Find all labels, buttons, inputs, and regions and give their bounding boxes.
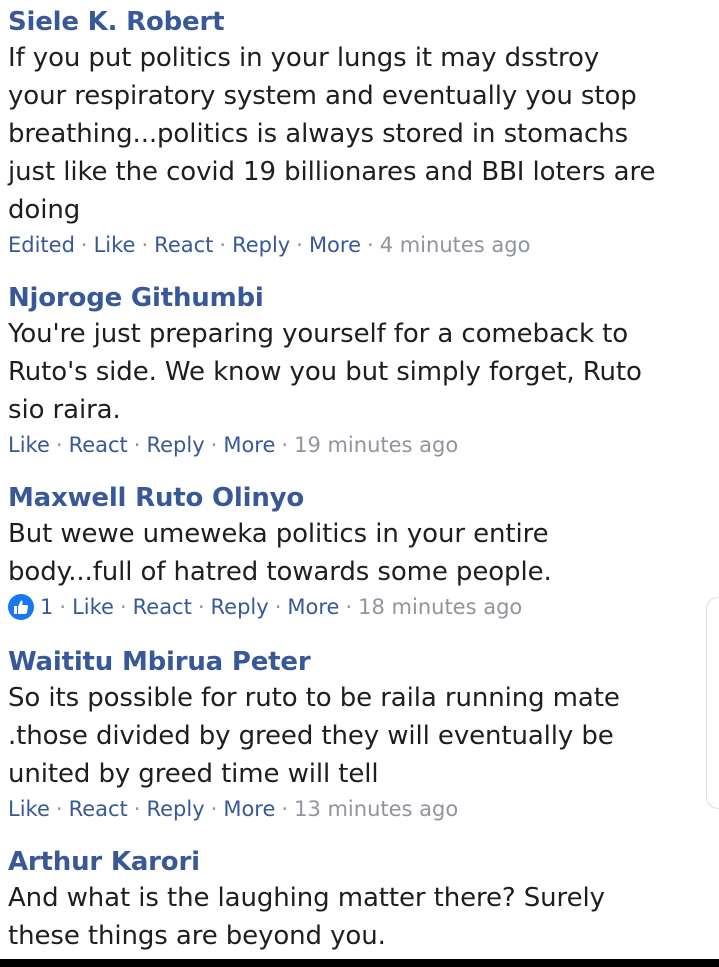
comment-text: If you put politics in your lungs it may…: [8, 43, 656, 225]
separator: ·: [59, 595, 67, 619]
comment-author[interactable]: Arthur Karori: [8, 845, 714, 879]
comment-text: And what is the laughing matter there? S…: [8, 883, 605, 951]
separator: ·: [210, 433, 218, 457]
separator: ·: [141, 233, 149, 257]
like-button[interactable]: Like: [94, 229, 136, 261]
separator: ·: [281, 433, 289, 457]
separator: ·: [219, 233, 227, 257]
separator: ·: [345, 595, 353, 619]
more-button[interactable]: More: [287, 591, 339, 623]
separator: ·: [197, 595, 205, 619]
comment-text: But wewe umeweka politics in your entire…: [8, 519, 552, 587]
comment-author[interactable]: Waititu Mbirua Peter: [8, 645, 714, 679]
like-button[interactable]: Like: [8, 429, 50, 461]
comment: Arthur Karori And what is the laughing m…: [8, 845, 714, 955]
comment-author[interactable]: Njoroge Githumbi: [8, 281, 714, 315]
partial-floating-panel: [706, 597, 719, 809]
comment-timestamp[interactable]: 18 minutes ago: [358, 591, 522, 623]
comment-timestamp[interactable]: 4 minutes ago: [380, 229, 531, 261]
comment-text: So its possible for ruto to be raila run…: [8, 683, 620, 789]
reply-button[interactable]: Reply: [146, 793, 204, 825]
comment-actions: Like · React · Reply · More · 13 minutes…: [8, 793, 714, 825]
react-button[interactable]: React: [154, 229, 213, 261]
comment: Maxwell Ruto Olinyo But wewe umeweka pol…: [8, 481, 714, 623]
comment: Njoroge Githumbi You're just preparing y…: [8, 281, 714, 461]
comment-actions: 1 · Like · React · Reply · More · 18 min…: [8, 591, 714, 623]
comment-author[interactable]: Siele K. Robert: [8, 5, 714, 39]
more-button[interactable]: More: [223, 429, 275, 461]
comment-timestamp[interactable]: 13 minutes ago: [294, 793, 458, 825]
comment: Siele K. Robert If you put politics in y…: [8, 5, 714, 261]
reply-button[interactable]: Reply: [211, 591, 269, 623]
like-button[interactable]: Like: [72, 591, 114, 623]
separator: ·: [55, 797, 63, 821]
reaction-count[interactable]: 1: [40, 591, 53, 623]
react-button[interactable]: React: [133, 591, 192, 623]
separator: ·: [210, 797, 218, 821]
bottom-edge-bar: [0, 959, 719, 967]
reply-button[interactable]: Reply: [146, 429, 204, 461]
separator: ·: [80, 233, 88, 257]
comment-actions: Like · React · Reply · More · 19 minutes…: [8, 429, 714, 461]
reply-button[interactable]: Reply: [232, 229, 290, 261]
comment-author[interactable]: Maxwell Ruto Olinyo: [8, 481, 714, 515]
separator: ·: [281, 797, 289, 821]
separator: ·: [119, 595, 127, 619]
separator: ·: [367, 233, 374, 257]
separator: ·: [274, 595, 282, 619]
separator: ·: [133, 797, 141, 821]
separator: ·: [55, 433, 63, 457]
comment-actions: Edited · Like · React · Reply · More · 4…: [8, 229, 714, 261]
more-button[interactable]: More: [309, 229, 361, 261]
separator: ·: [133, 433, 141, 457]
edited-link[interactable]: Edited: [8, 229, 75, 261]
more-button[interactable]: More: [223, 793, 275, 825]
react-button[interactable]: React: [69, 429, 128, 461]
like-button[interactable]: Like: [8, 793, 50, 825]
comment: Waititu Mbirua Peter So its possible for…: [8, 645, 714, 825]
comment-timestamp[interactable]: 19 minutes ago: [294, 429, 458, 461]
thumbs-up-icon[interactable]: [8, 594, 34, 620]
comment-text: You're just preparing yourself for a com…: [8, 319, 642, 425]
react-button[interactable]: React: [69, 793, 128, 825]
separator: ·: [296, 233, 303, 257]
